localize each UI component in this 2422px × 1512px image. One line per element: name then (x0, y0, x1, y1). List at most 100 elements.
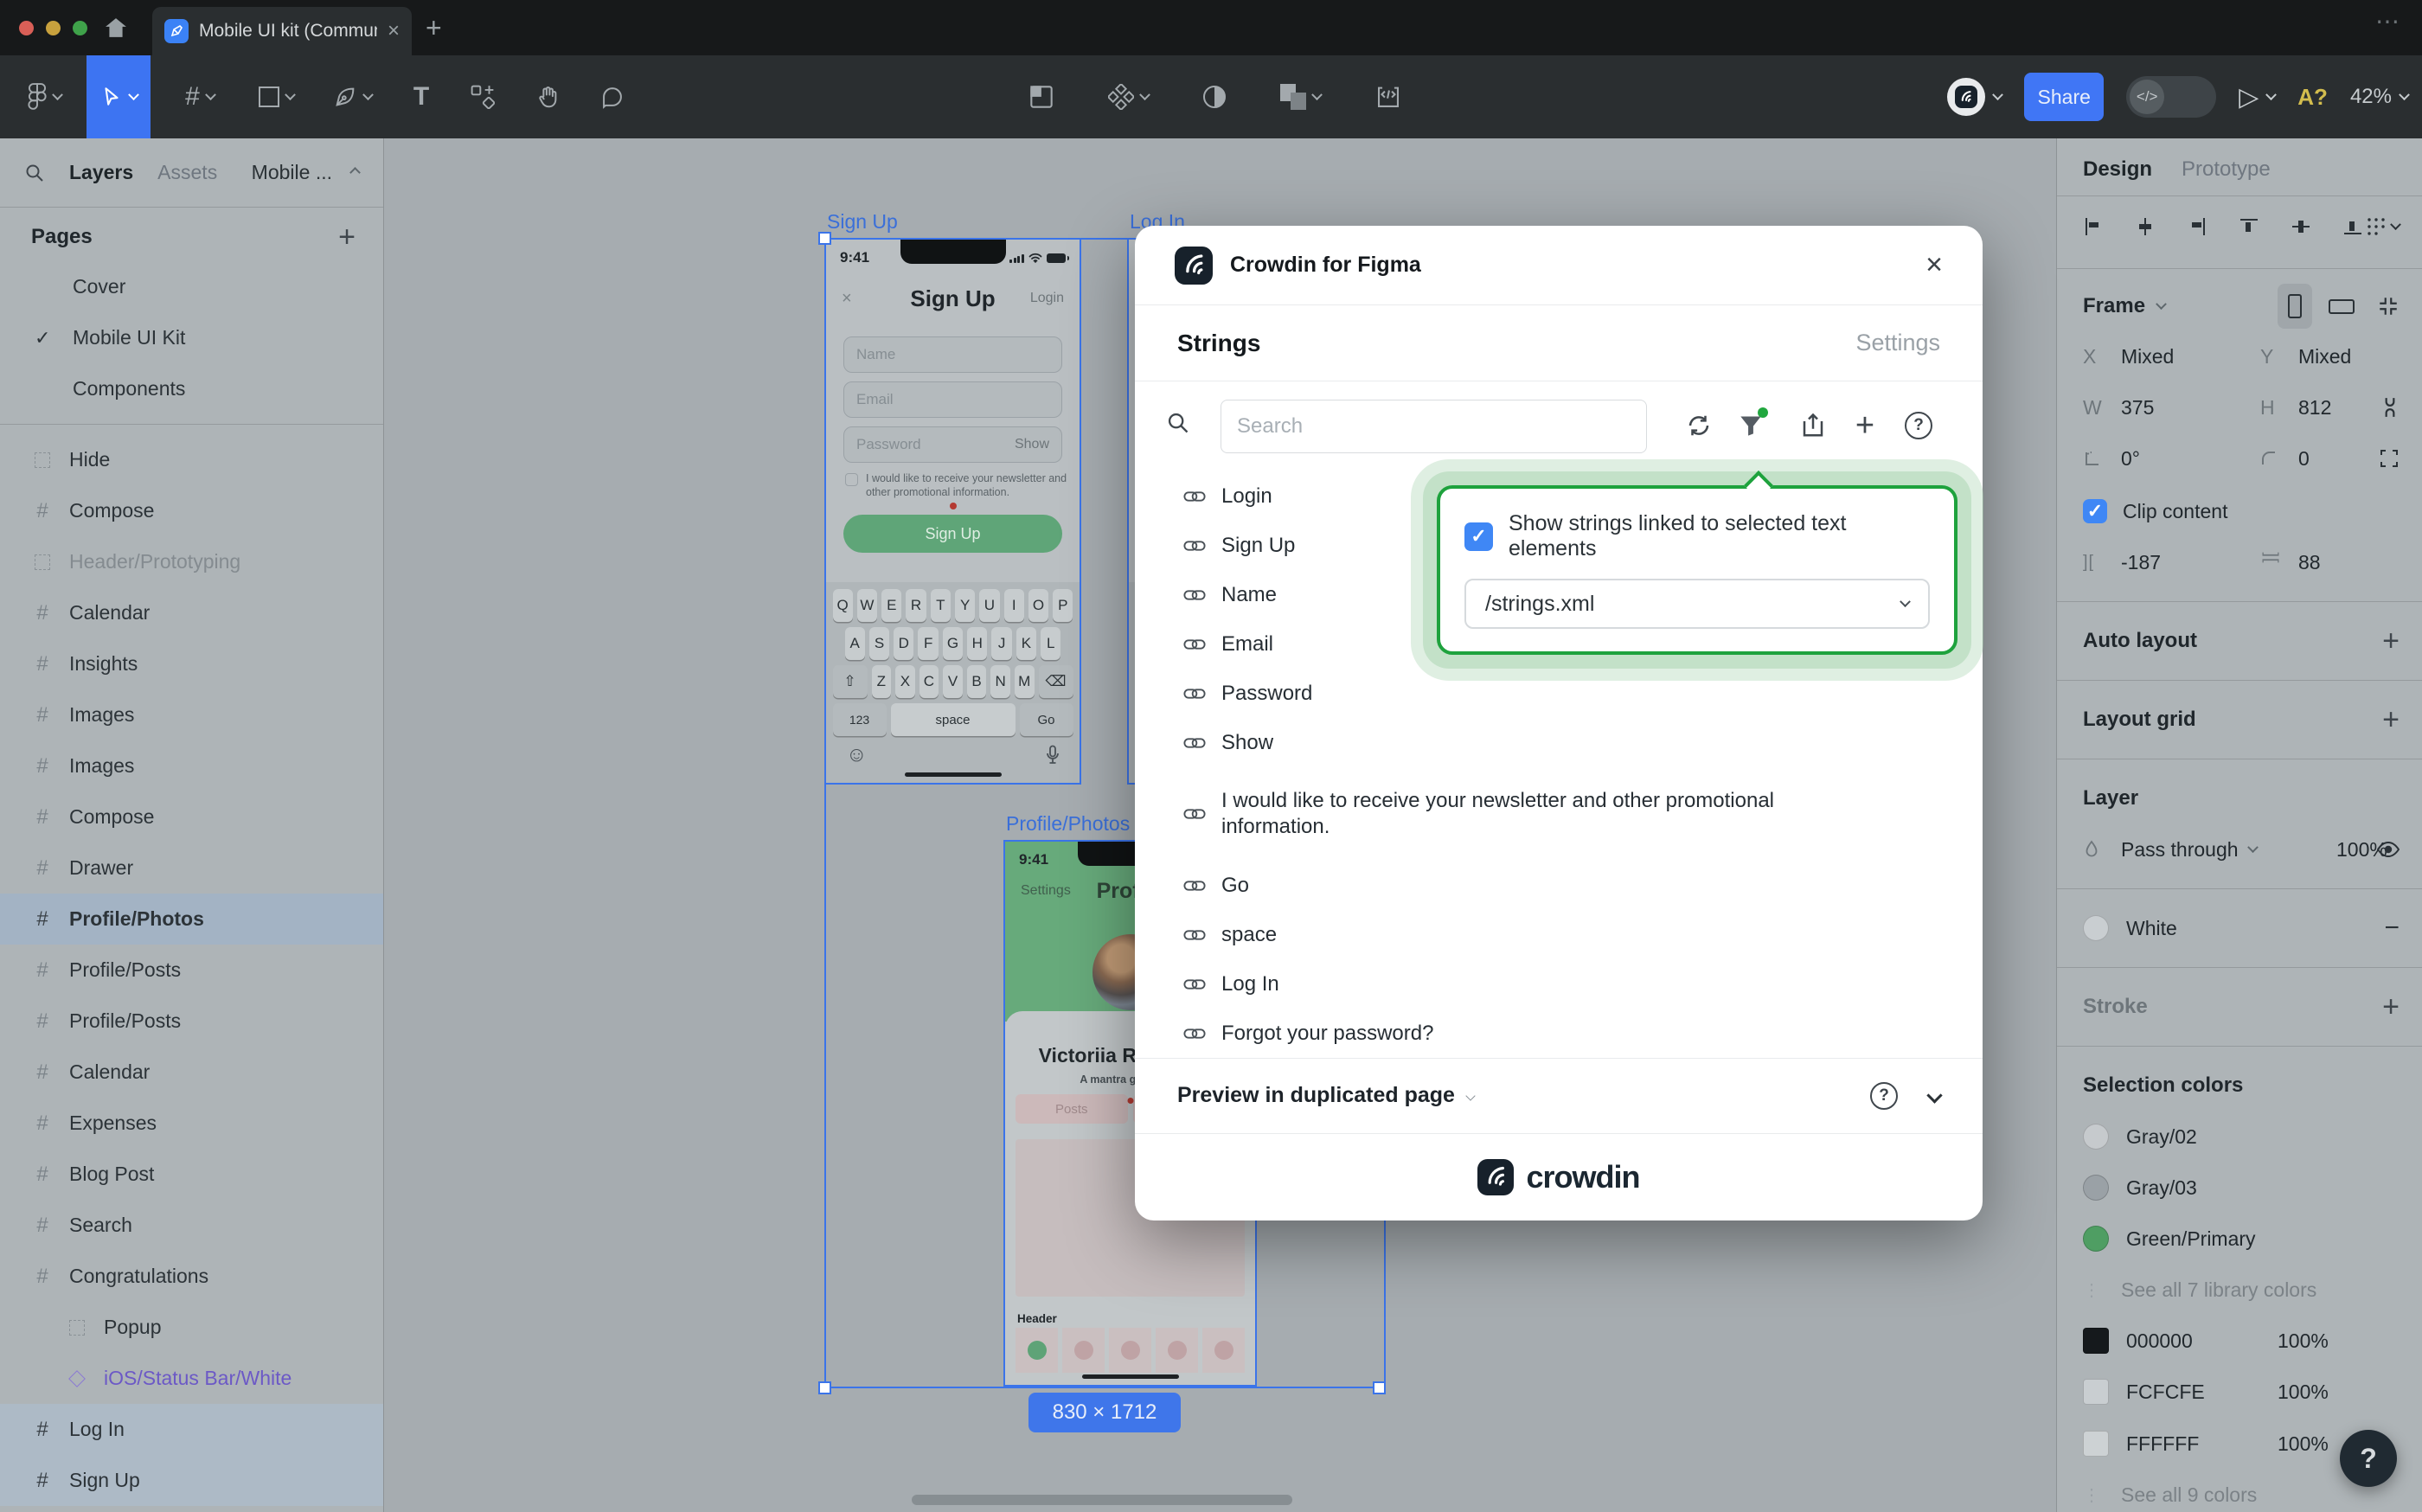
page-item-cover[interactable]: Cover (0, 261, 383, 312)
string-row[interactable]: Go (1135, 861, 1983, 910)
collapse-section-icon[interactable] (1926, 1087, 1942, 1103)
layer-row[interactable]: Compose (0, 791, 383, 842)
layer-row[interactable]: Hide (0, 434, 383, 485)
selection-handle[interactable] (1373, 1381, 1386, 1394)
dialog-close-icon[interactable] (1925, 248, 1943, 282)
layer-row[interactable]: Sign Up (0, 1455, 383, 1506)
document-tab[interactable]: Mobile UI kit (Community) (152, 7, 412, 55)
portrait-orientation-button[interactable] (2278, 284, 2312, 329)
tab-strings[interactable]: Strings (1177, 330, 1260, 357)
selection-color-hex[interactable]: 000000 100% (2083, 1320, 2403, 1361)
search-icon[interactable] (24, 163, 45, 183)
layer-row[interactable]: Popup (0, 1302, 383, 1353)
string-row[interactable]: Password (1135, 669, 1983, 718)
horizontal-scrollbar[interactable] (912, 1495, 1292, 1505)
help-fab[interactable]: ? (2340, 1430, 2397, 1487)
layer-row[interactable]: Images (0, 740, 383, 791)
fill-swatch[interactable] (2083, 915, 2109, 941)
height-value[interactable]: 812 (2298, 396, 2331, 420)
minimize-window-icon[interactable] (46, 21, 61, 35)
align-right-icon[interactable] (2187, 216, 2207, 237)
y-value[interactable]: Mixed (2298, 345, 2351, 368)
page-item-mobile-ui-kit[interactable]: Mobile UI Kit (0, 312, 383, 363)
shape-tool-button[interactable] (246, 55, 306, 138)
dev-mode-icon[interactable] (1375, 84, 1401, 110)
string-row[interactable]: Forgot your password? (1135, 1009, 1983, 1058)
window-more-icon[interactable] (2375, 7, 2401, 35)
shrink-to-fit-icon[interactable] (2377, 295, 2400, 317)
add-stroke-button[interactable] (2382, 990, 2400, 1024)
layer-row[interactable]: Drawer (0, 842, 383, 894)
move-tool-button[interactable] (86, 55, 151, 138)
selection-handle[interactable] (818, 232, 831, 245)
add-string-button[interactable] (1844, 399, 1886, 452)
new-tab-button[interactable] (426, 12, 442, 44)
clip-content-checkbox[interactable] (2083, 499, 2107, 523)
frame-label-sign-up[interactable]: Sign Up (827, 210, 898, 234)
tab-settings[interactable]: Settings (1855, 330, 1940, 356)
layer-row[interactable]: Expenses (0, 1098, 383, 1149)
blend-mode-value[interactable]: Pass through (2121, 838, 2239, 862)
share-button[interactable]: Share (2024, 73, 2104, 121)
tab-layers[interactable]: Layers (69, 161, 133, 184)
layer-row[interactable]: Log In (0, 1404, 383, 1455)
layer-row[interactable]: Blog Post (0, 1149, 383, 1200)
string-row[interactable]: space (1135, 910, 1983, 959)
selection-color-item[interactable]: Green/Primary (2083, 1218, 2403, 1259)
export-button[interactable] (1792, 399, 1834, 452)
dev-mode-toggle[interactable]: </> (2126, 76, 2216, 118)
close-window-icon[interactable] (19, 21, 34, 35)
align-left-icon[interactable] (2083, 216, 2104, 237)
resources-button[interactable] (458, 55, 507, 138)
tidy-up-button[interactable] (2366, 216, 2400, 237)
page-item-components[interactable]: Components (0, 363, 383, 414)
layer-row[interactable]: Calendar (0, 1047, 383, 1098)
search-input[interactable] (1221, 400, 1647, 453)
strings-file-select[interactable]: /strings.xml (1464, 579, 1930, 629)
tab-design[interactable]: Design (2083, 157, 2152, 182)
layer-row[interactable]: Insights (0, 638, 383, 689)
chevron-down-icon[interactable] (1465, 1091, 1475, 1100)
present-hint[interactable]: A? (2297, 84, 2328, 111)
text-tool-button[interactable] (400, 55, 443, 138)
preview-label[interactable]: Preview in duplicated page (1177, 1083, 1455, 1108)
layer-row[interactable]: Images (0, 689, 383, 740)
layer-row[interactable]: Header/Prototyping (0, 536, 383, 587)
align-top-icon[interactable] (2239, 216, 2259, 237)
visibility-eye-icon[interactable] (2377, 841, 2400, 858)
vertical-gap-value[interactable]: 88 (2298, 551, 2321, 574)
layer-row[interactable]: Compose (0, 485, 383, 536)
account-menu[interactable] (1947, 78, 2002, 116)
frame-section-title[interactable]: Frame (2083, 294, 2145, 318)
frame-sign-up[interactable]: 9:41 Sign Up Login Name Email Password S… (824, 238, 1081, 785)
comment-tool-button[interactable] (588, 55, 637, 138)
horizontal-gap-value[interactable]: -187 (2121, 551, 2161, 574)
hand-tool-button[interactable] (524, 55, 573, 138)
align-h-center-icon[interactable] (2135, 216, 2156, 237)
remove-fill-button[interactable] (2384, 913, 2400, 943)
string-row[interactable]: Show (1135, 718, 1983, 767)
tab-assets[interactable]: Assets (157, 161, 217, 184)
add-auto-layout-button[interactable] (2382, 625, 2400, 658)
align-bottom-icon[interactable] (2342, 216, 2363, 237)
frame-label-profile-photos[interactable]: Profile/Photos (1006, 812, 1130, 836)
layer-row[interactable]: Search (0, 1200, 383, 1251)
main-menu-button[interactable] (14, 55, 74, 138)
add-layout-grid-button[interactable] (2382, 703, 2400, 737)
tab-prototype[interactable]: Prototype (2182, 157, 2271, 182)
preview-help-icon[interactable] (1870, 1082, 1898, 1110)
component-view-button[interactable] (1108, 84, 1149, 110)
selection-color-hex[interactable]: FCFCFE 100% (2083, 1371, 2403, 1413)
help-button[interactable] (1898, 399, 1939, 452)
independent-corners-icon[interactable] (2379, 448, 2400, 469)
rotation-value[interactable]: 0° (2121, 447, 2140, 471)
pen-tool-button[interactable] (322, 55, 382, 138)
collapse-sidebar-icon[interactable] (349, 167, 361, 178)
selection-handle[interactable] (818, 1381, 831, 1394)
width-value[interactable]: 375 (2121, 396, 2154, 420)
layer-row[interactable]: Calendar (0, 587, 383, 638)
boolean-groups-button[interactable] (1280, 84, 1321, 110)
maximize-window-icon[interactable] (73, 21, 87, 35)
layer-row[interactable]: Profile/Posts (0, 996, 383, 1047)
landscape-orientation-button[interactable] (2324, 284, 2359, 329)
